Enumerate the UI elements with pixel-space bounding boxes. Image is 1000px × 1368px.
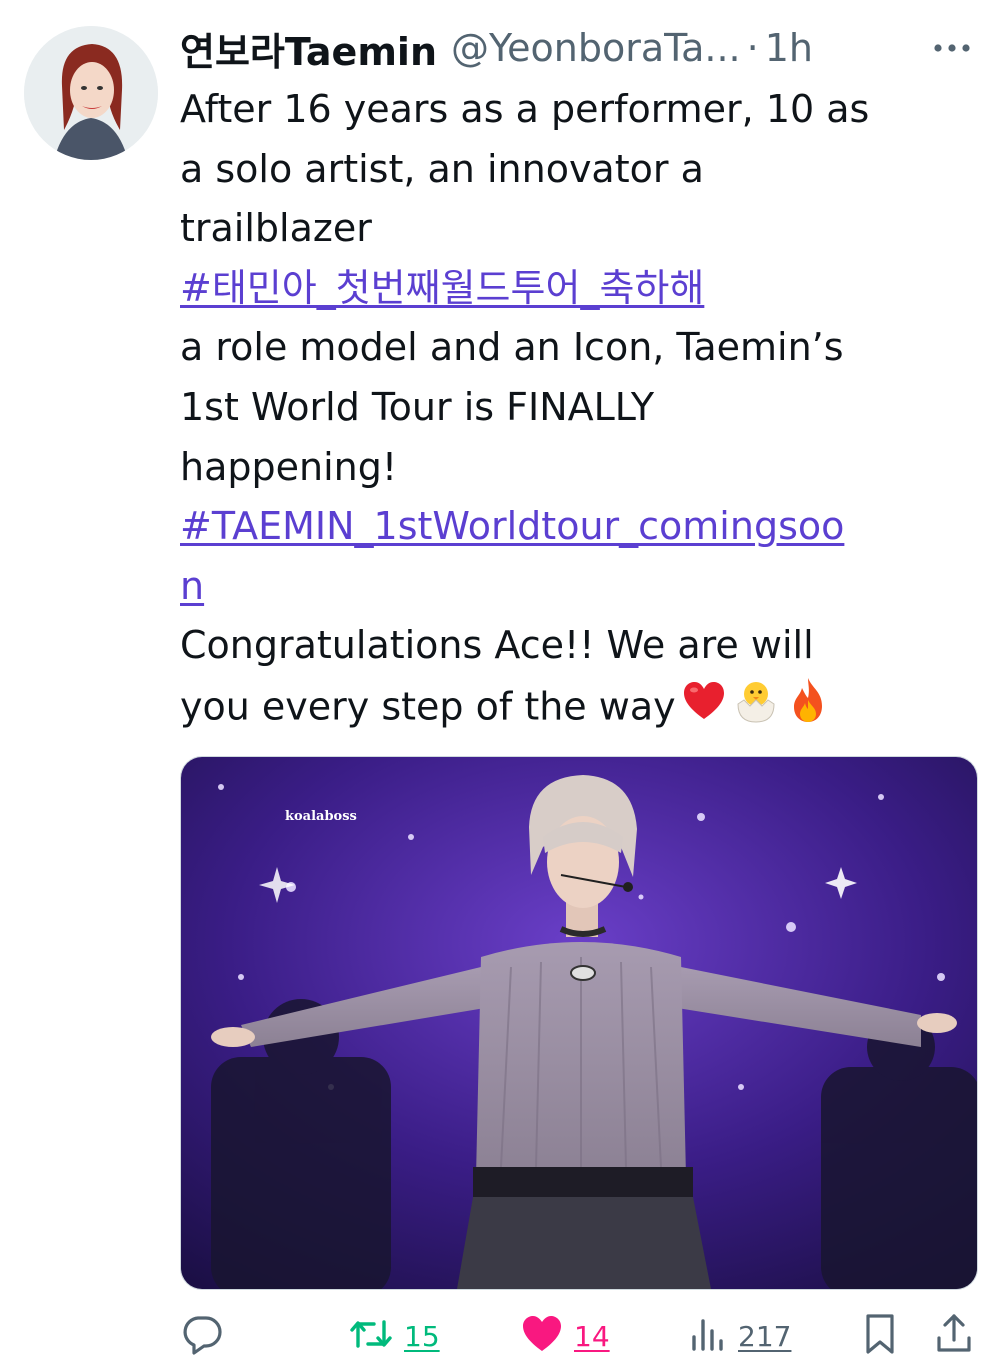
display-name[interactable]: 연보라Taemin: [180, 21, 437, 76]
text-line-content: trailblazer: [180, 206, 372, 251]
hashtag-link-worldtour[interactable]: #TAEMIN_1stWorldtour_comingsoo: [180, 504, 844, 548]
tweet-action-bar: 15 14 217: [180, 1306, 980, 1366]
share-icon: [934, 1312, 974, 1360]
retweet-button[interactable]: 15: [348, 1306, 440, 1366]
hashtag-link-korean[interactable]: #태민아_첫번째월드투어_축하해: [180, 266, 704, 310]
timestamp[interactable]: 1h: [765, 26, 813, 70]
bar-chart-icon: [688, 1313, 728, 1359]
reply-button[interactable]: [180, 1306, 224, 1366]
avatar-image: [24, 26, 158, 160]
text-line: you every step of the way: [180, 676, 970, 736]
text-line-content: a role model and an Icon, Taemin’s: [180, 325, 844, 370]
more-options-icon[interactable]: [930, 28, 974, 64]
text-line: n: [180, 557, 970, 617]
tweet-text: After 16 years as a performer, 10 as a s…: [180, 80, 970, 736]
text-line: a role model and an Icon, Taemin’s: [180, 318, 970, 378]
avatar[interactable]: [24, 26, 158, 160]
text-line-content: Congratulations Ace!! We are will: [180, 623, 814, 668]
text-line: 1st World Tour is FINALLY: [180, 378, 970, 438]
concert-photo: [181, 757, 977, 1289]
retweet-icon: [348, 1312, 394, 1360]
text-line-content: After 16 years as a performer, 10 as: [180, 87, 870, 131]
text-line: trailblazer: [180, 199, 970, 259]
text-line-content: a solo artist, an innovator a: [180, 146, 704, 191]
red-heart-emoji-icon: [682, 679, 726, 739]
text-line-content: 1st World Tour is FINALLY: [180, 384, 655, 429]
text-line: Congratulations Ace!! We are will: [180, 616, 970, 676]
reply-icon: [180, 1312, 224, 1360]
heart-icon: [520, 1313, 564, 1359]
text-line: After 16 years as a performer, 10 as: [180, 80, 970, 140]
separator-dot: ·: [746, 26, 759, 70]
user-handle[interactable]: @YeonboraTa...: [451, 26, 741, 70]
text-line-content: happening!: [180, 444, 398, 489]
fire-emoji-icon: [786, 676, 830, 742]
views-button[interactable]: 217: [688, 1306, 791, 1366]
like-count: 14: [574, 1319, 610, 1353]
bookmark-button[interactable]: [860, 1306, 900, 1366]
tweet-header: 연보라Taemin @YeonboraTa... · 1h: [180, 20, 980, 76]
retweet-count: 15: [404, 1319, 440, 1353]
hatching-chick-emoji-icon: [732, 676, 780, 742]
like-button[interactable]: 14: [520, 1306, 610, 1366]
photo-watermark: koalaboss: [285, 809, 357, 824]
text-line: #TAEMIN_1stWorldtour_comingsoo: [180, 497, 970, 557]
text-line: a solo artist, an innovator a: [180, 140, 970, 200]
text-line: happening!: [180, 438, 970, 498]
share-button[interactable]: [934, 1306, 974, 1366]
bookmark-icon: [860, 1312, 900, 1360]
tweet-media-photo[interactable]: [180, 756, 978, 1290]
hashtag-link-worldtour-cont[interactable]: n: [180, 564, 204, 608]
text-line: #태민아_첫번째월드투어_축하해: [180, 259, 970, 319]
views-count: 217: [738, 1319, 792, 1353]
text-line-content: you every step of the way: [180, 684, 676, 729]
